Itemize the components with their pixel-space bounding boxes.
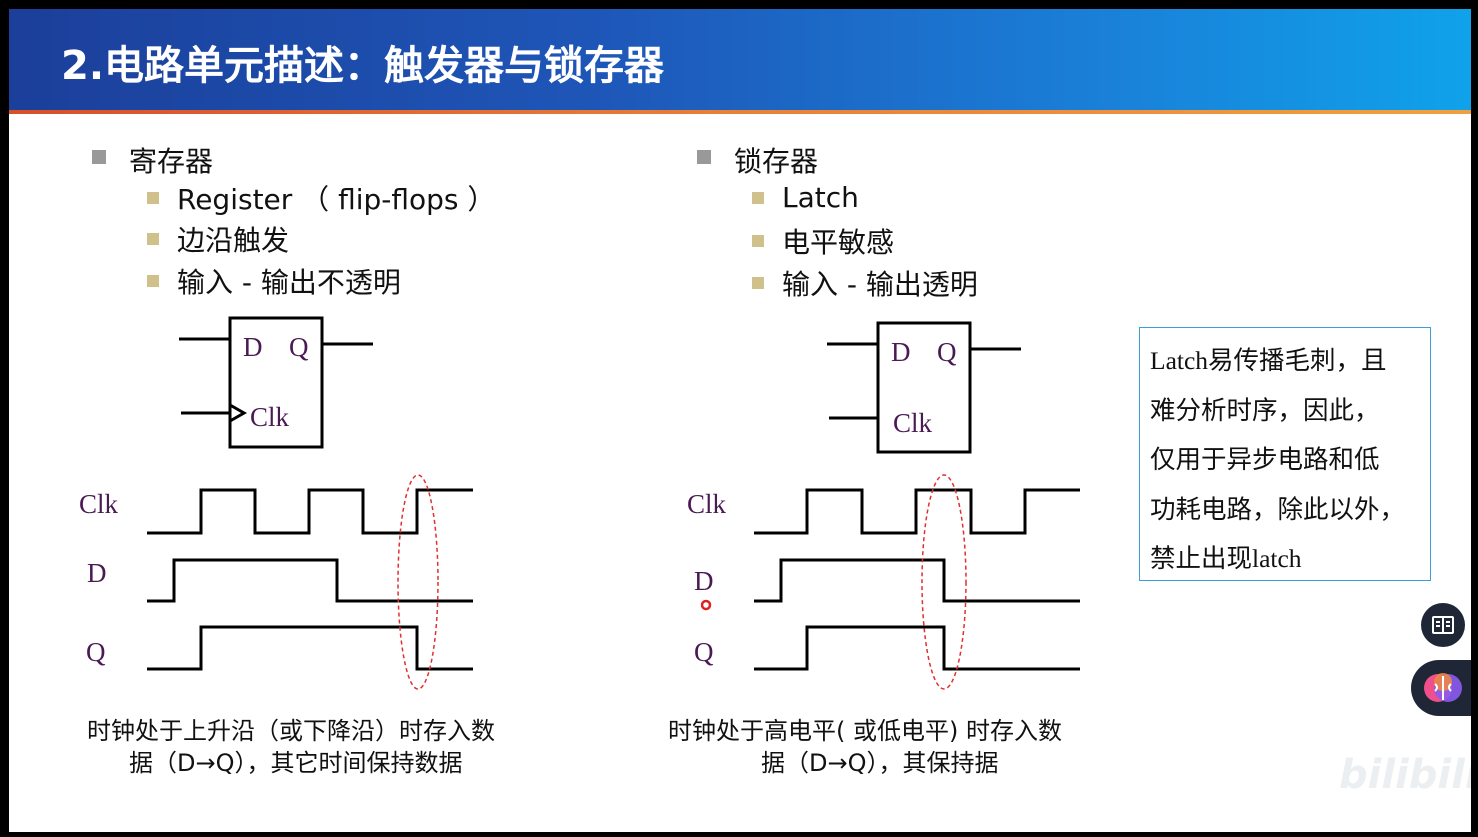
latch-caption-line2: 据（D→Q），其保持据: [761, 749, 999, 777]
latch-label-q: Q: [937, 337, 957, 367]
latch-wave-label-d: D: [694, 566, 714, 596]
latch-d-waveform: [754, 558, 1080, 603]
latch-caption-line1: 时钟处于高电平( 或低电平) 时存入数: [668, 717, 1062, 745]
latch-note-box: Latch易传播毛刺，且 难分析时序，因此， 仅用于异步电路和低 功耗电路，除此…: [1139, 327, 1431, 581]
latch-label-clk: Clk: [893, 408, 933, 438]
note-line: 难分析时序，因此，: [1150, 395, 1380, 425]
ff-clk-waveform: [147, 488, 473, 535]
latch-wave-label-q: Q: [694, 637, 714, 667]
note-line: 仅用于异步电路和低: [1150, 445, 1380, 474]
ff-wave-label-d: D: [87, 558, 107, 588]
reader-button[interactable]: [1421, 603, 1465, 647]
ff-q-waveform: [147, 625, 473, 671]
latch-wave-label-clk: Clk: [687, 489, 727, 519]
ff-d-waveform: [147, 558, 473, 603]
bilibili-watermark: bilibili: [1339, 752, 1471, 798]
ai-assistant-button[interactable]: [1411, 660, 1471, 716]
slide: 2.电路单元描述：触发器与锁存器 寄存器 Register （ flip-flo…: [9, 9, 1471, 832]
ff-label-d: D: [243, 332, 263, 362]
note-line: 禁止出现latch: [1150, 544, 1302, 573]
ff-wave-label-clk: Clk: [79, 489, 119, 519]
latch-q-waveform: [754, 625, 1080, 671]
note-line: 功耗电路，除此以外，: [1150, 494, 1406, 524]
pointer-dot: [700, 599, 712, 611]
latch-label-d: D: [891, 337, 911, 367]
note-line: Latch易传播毛刺，且: [1150, 346, 1387, 375]
latch-clk-waveform: [754, 488, 1080, 535]
ff-label-q: Q: [289, 332, 309, 362]
ff-wave-label-q: Q: [86, 637, 106, 667]
book-icon: [1432, 616, 1454, 634]
ff-label-clk: Clk: [250, 402, 290, 432]
clock-edge-marker: [229, 403, 248, 423]
brain-icon: [1424, 673, 1462, 702]
ff-caption-line2: 据（D→Q），其它时间保持数据: [129, 749, 463, 777]
ff-caption-line1: 时钟处于上升沿（或下降沿）时存入数: [87, 717, 495, 745]
